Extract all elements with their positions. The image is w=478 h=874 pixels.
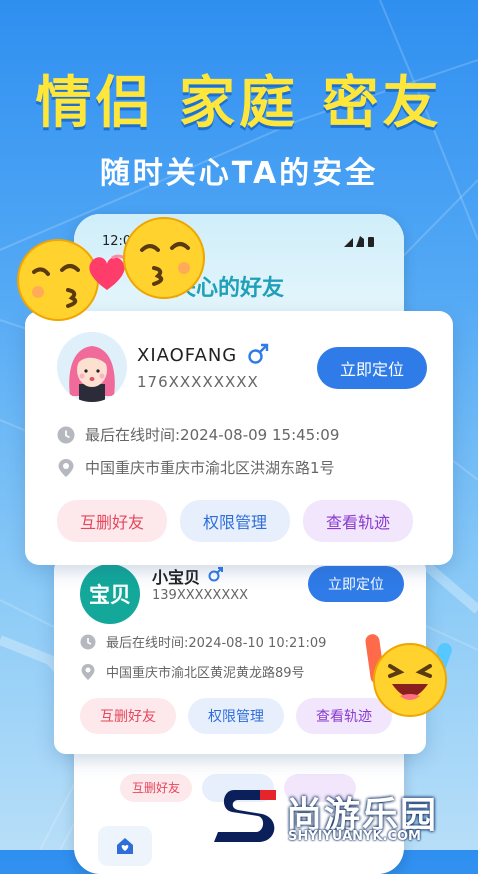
friend-avatar-2: 宝贝 (80, 564, 140, 624)
address-text-2: 中国重庆市渝北区黄泥黄龙路89号 (106, 666, 305, 681)
status-icons (344, 236, 380, 251)
girl-avatar-icon (57, 332, 127, 402)
kiss-emoji-icon (123, 217, 205, 299)
track-button-1[interactable]: 查看轨迹 (303, 500, 413, 542)
permission-button-1[interactable]: 权限管理 (180, 500, 290, 542)
male-symbol-icon (208, 567, 223, 582)
last-online-row-1: 最后在线时间:2024-08-09 15:45:09 (57, 424, 339, 445)
locate-button-1[interactable]: 立即定位 (317, 347, 427, 389)
locate-button-2[interactable]: 立即定位 (308, 566, 404, 602)
friend-name-1: XIAOFANG (137, 345, 238, 366)
headline: 情侣 家庭 密友 (35, 71, 443, 136)
signal-battery-icon (344, 236, 374, 247)
tab-bar-home[interactable] (98, 826, 152, 866)
clock-icon (80, 634, 96, 649)
address-text-1: 中国重庆市重庆市渝北区洪湖东路1号 (85, 459, 335, 477)
male-symbol-icon (248, 343, 269, 364)
clock-icon (57, 426, 75, 443)
friend-phone-2: 139XXXXXXXX (152, 588, 249, 603)
friend-phone-1: 176XXXXXXXX (137, 373, 259, 391)
location-pin-icon (58, 458, 74, 477)
home-icon (117, 838, 133, 854)
subheadline: 随时关心TA的安全 (99, 156, 379, 191)
bottom-pill[interactable]: 互删好友 (120, 774, 192, 802)
friend-name-2: 小宝贝 (152, 568, 201, 587)
watermark-url: SHYIYUANYK.COM (288, 829, 421, 844)
last-online-row-2: 最后在线时间:2024-08-10 10:21:09 (80, 632, 326, 651)
location-pin-icon (81, 663, 95, 680)
delete-friend-button-1[interactable]: 互删好友 (57, 500, 167, 542)
friend-card-1: XIAOFANG 176XXXXXXXX 立即定位 最后在线时间:2024-08… (25, 311, 453, 565)
logo-s-icon (214, 790, 276, 842)
address-row-1: 中国重庆市重庆市渝北区洪湖东路1号 (57, 457, 335, 478)
watermark-logo: 尚游乐园 SHYIYUANYK.COM (208, 780, 478, 850)
last-online-text-2: 最后在线时间:2024-08-10 10:21:09 (106, 636, 327, 651)
friend-avatar-1 (57, 332, 127, 402)
delete-friend-button-2[interactable]: 互删好友 (80, 698, 176, 734)
last-online-text-1: 最后在线时间:2024-08-09 15:45:09 (85, 426, 340, 444)
laughing-emoji-icon (365, 634, 452, 717)
permission-button-2[interactable]: 权限管理 (188, 698, 284, 734)
address-row-2: 中国重庆市渝北区黄泥黄龙路89号 (80, 662, 305, 681)
